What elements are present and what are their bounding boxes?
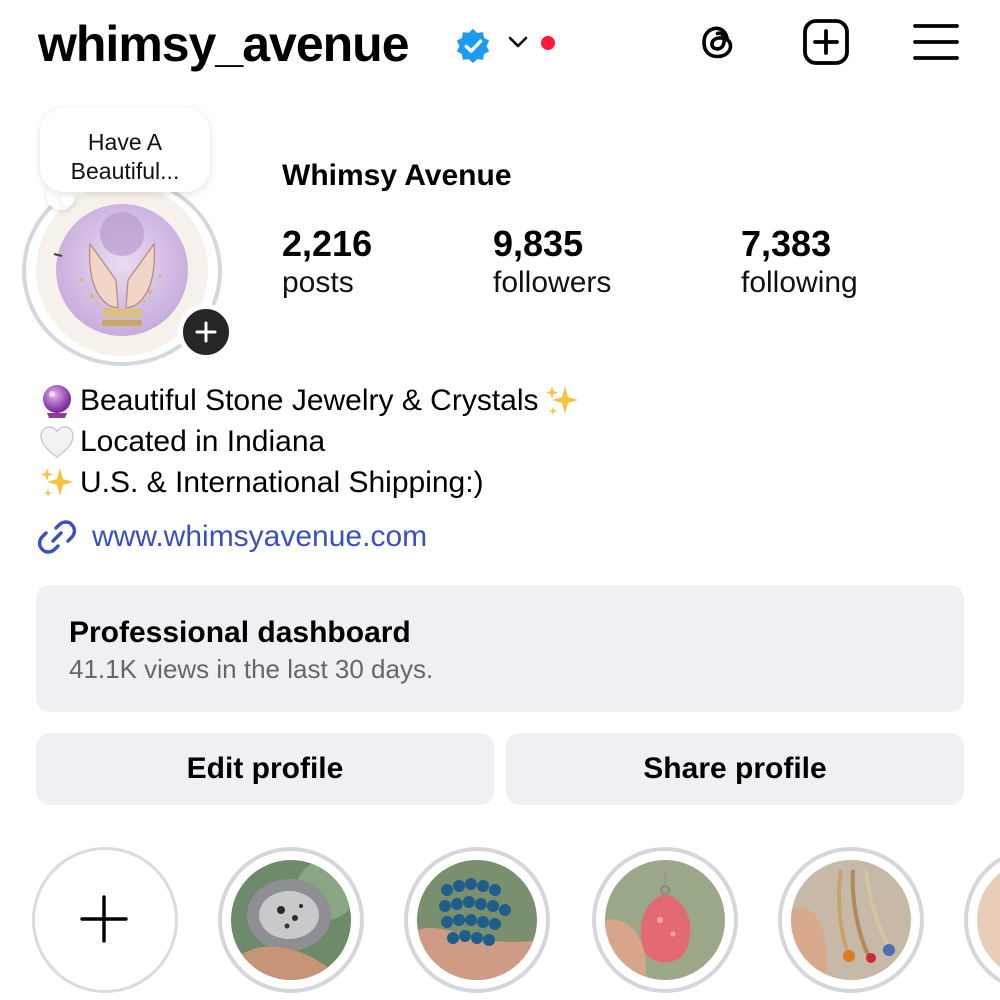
posts-value: 2,216 bbox=[282, 223, 373, 264]
story-highlights-row bbox=[0, 843, 1000, 1000]
followers-label: followers bbox=[493, 266, 612, 299]
following-label: following bbox=[741, 266, 858, 299]
bio-text: Beautiful Stone Jewelry & Crystals bbox=[80, 384, 539, 417]
bio-text: Located in Indiana bbox=[80, 425, 326, 458]
new-post-icon[interactable] bbox=[802, 18, 850, 66]
bio-line: U.S. & International Shipping:) bbox=[38, 462, 585, 503]
bio: Beautiful Stone Jewelry & Crystals Locat… bbox=[38, 380, 585, 503]
highlight-item[interactable] bbox=[592, 847, 738, 993]
highlight-item[interactable] bbox=[218, 847, 364, 993]
chevron-down-icon[interactable] bbox=[507, 34, 529, 50]
username-switcher[interactable]: whimsy_avenue bbox=[38, 14, 410, 74]
hamburger-menu-icon[interactable] bbox=[912, 18, 960, 66]
display-name: Whimsy Avenue bbox=[282, 159, 512, 192]
dashboard-title: Professional dashboard bbox=[69, 616, 411, 649]
highlight-thumbnail bbox=[231, 860, 351, 980]
bio-text: U.S. & International Shipping:) bbox=[80, 466, 484, 499]
profile-note[interactable]: Have A Beautiful... bbox=[40, 108, 210, 192]
link-icon bbox=[37, 520, 77, 554]
professional-dashboard-card[interactable]: Professional dashboard 41.1K views in th… bbox=[36, 585, 964, 712]
sparkles-icon bbox=[545, 385, 578, 415]
note-bubble-tail-small bbox=[60, 192, 74, 206]
website-link[interactable]: www.whimsyavenue.com bbox=[36, 516, 427, 558]
threads-icon[interactable] bbox=[694, 18, 742, 66]
edit-profile-button[interactable]: Edit profile bbox=[36, 733, 494, 805]
followers-count[interactable]: 9,835 followers bbox=[493, 224, 611, 302]
add-story-button[interactable] bbox=[178, 304, 234, 360]
dashboard-subtitle: 41.1K views in the last 30 days. bbox=[69, 654, 434, 684]
profile-header: whimsy_avenue bbox=[0, 0, 1000, 90]
notification-dot bbox=[541, 36, 555, 50]
sparkles-icon bbox=[41, 467, 73, 497]
following-count[interactable]: 7,383 following bbox=[741, 224, 858, 302]
following-value: 7,383 bbox=[741, 223, 832, 264]
verified-badge-icon bbox=[456, 28, 490, 64]
highlight-thumbnail bbox=[605, 860, 725, 980]
highlight-thumbnail bbox=[417, 860, 537, 980]
bio-line: Beautiful Stone Jewelry & Crystals bbox=[38, 380, 585, 421]
highlight-item[interactable] bbox=[404, 847, 550, 993]
highlight-item[interactable] bbox=[778, 847, 924, 993]
share-profile-button[interactable]: Share profile bbox=[506, 733, 964, 805]
highlight-thumbnail bbox=[791, 860, 911, 980]
crystal-ball-icon bbox=[43, 384, 71, 418]
white-heart-icon bbox=[40, 425, 74, 458]
plus-icon bbox=[80, 895, 128, 943]
website-link-text[interactable]: www.whimsyavenue.com bbox=[92, 517, 427, 557]
followers-value: 9,835 bbox=[493, 223, 584, 264]
posts-count[interactable]: 2,216 posts bbox=[282, 224, 372, 302]
bio-line: Located in Indiana bbox=[38, 421, 585, 462]
highlight-item[interactable] bbox=[964, 847, 1000, 993]
highlight-thumbnail bbox=[977, 860, 1000, 980]
new-highlight-button[interactable] bbox=[32, 847, 178, 993]
posts-label: posts bbox=[282, 266, 354, 299]
plus-icon bbox=[195, 321, 217, 343]
